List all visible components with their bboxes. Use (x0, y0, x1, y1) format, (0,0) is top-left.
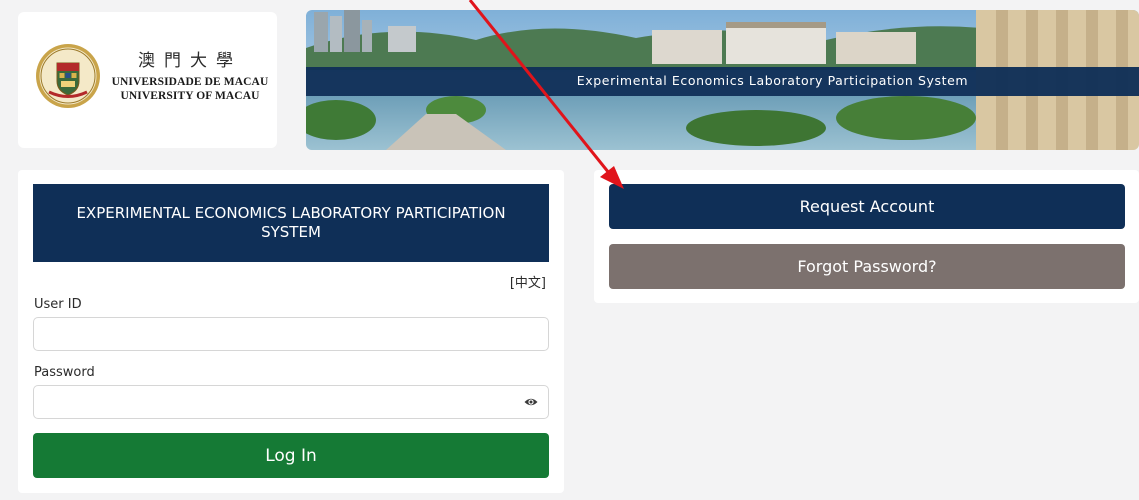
university-name-chinese: 澳門大學 (138, 51, 242, 71)
banner-title: Experimental Economics Laboratory Partic… (576, 73, 969, 88)
account-actions-panel: Request Account Forgot Password? (594, 170, 1139, 303)
language-switch-link[interactable]: [中文] (510, 272, 546, 291)
password-label: Password (34, 365, 95, 380)
university-logo: 澳門大學 UNIVERSIDADE DE MACAU UNIVERSITY OF… (18, 12, 277, 148)
system-title: EXPERIMENTAL ECONOMICS LABORATORY PARTIC… (76, 204, 506, 241)
request-account-label: Request Account (799, 197, 935, 216)
password-input[interactable] (33, 385, 549, 419)
login-button[interactable]: Log In (33, 433, 549, 478)
login-header: EXPERIMENTAL ECONOMICS LABORATORY PARTIC… (33, 184, 549, 262)
campus-banner: Experimental Economics Laboratory Partic… (306, 10, 1139, 150)
university-name-english: UNIVERSITY OF MACAU (120, 90, 260, 102)
user-id-input[interactable] (33, 317, 549, 351)
university-seal-icon (36, 44, 100, 108)
user-id-label: User ID (34, 297, 82, 312)
university-name-portuguese: UNIVERSIDADE DE MACAU (111, 76, 269, 88)
login-panel: EXPERIMENTAL ECONOMICS LABORATORY PARTIC… (18, 170, 564, 493)
forgot-password-button[interactable]: Forgot Password? (609, 244, 1125, 289)
login-button-label: Log In (265, 445, 317, 466)
eye-icon[interactable] (524, 397, 538, 407)
forgot-password-label: Forgot Password? (797, 257, 937, 276)
request-account-button[interactable]: Request Account (609, 184, 1125, 229)
